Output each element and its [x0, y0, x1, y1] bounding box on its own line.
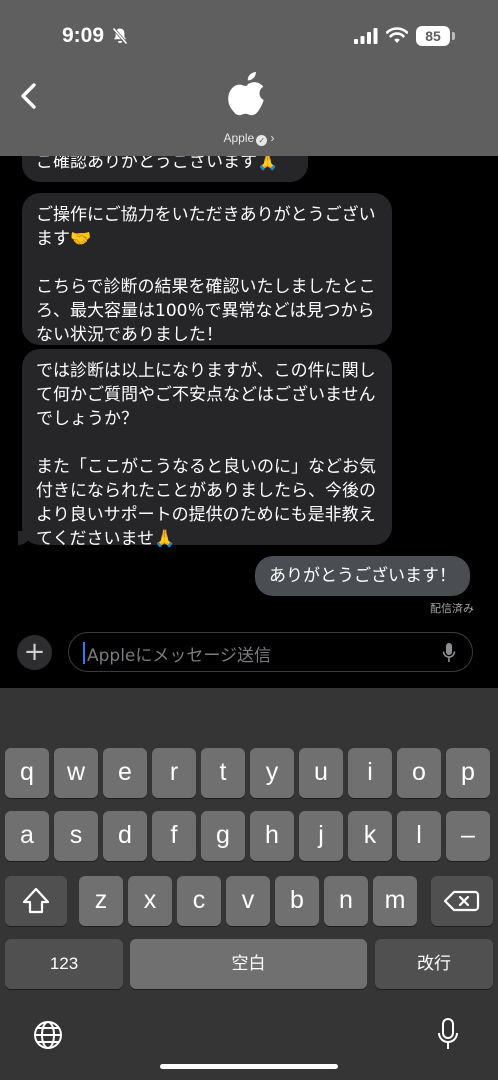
key-w[interactable]: w — [54, 748, 98, 798]
key-s[interactable]: s — [54, 811, 98, 861]
contact-name-button[interactable]: Apple ✓ › — [0, 131, 498, 146]
delete-key[interactable] — [431, 876, 493, 926]
battery-level: 85 — [416, 26, 450, 46]
plus-icon[interactable]: + — [17, 635, 52, 670]
key-c[interactable]: c — [177, 876, 221, 926]
home-indicator[interactable] — [160, 1064, 338, 1069]
message-bubble-sent: ありがとうございます！ — [255, 556, 470, 596]
globe-icon[interactable] — [33, 1020, 63, 1050]
key-l[interactable]: l — [397, 811, 441, 861]
back-chevron-icon[interactable] — [14, 80, 44, 112]
key-i[interactable]: i — [348, 748, 392, 798]
key-z[interactable]: z — [79, 876, 123, 926]
dictation-icon[interactable] — [437, 1018, 459, 1052]
delete-icon — [443, 890, 480, 912]
key-j[interactable]: j — [299, 811, 343, 861]
shift-icon — [22, 887, 50, 914]
key-o[interactable]: o — [397, 748, 441, 798]
shift-key[interactable] — [5, 876, 67, 926]
key-dash[interactable]: – — [446, 811, 490, 861]
microphone-icon[interactable] — [441, 642, 457, 664]
key-v[interactable]: v — [226, 876, 270, 926]
key-x[interactable]: x — [128, 876, 172, 926]
key-b[interactable]: b — [275, 876, 319, 926]
key-e[interactable]: e — [103, 748, 147, 798]
status-time: 9:09 — [62, 24, 105, 47]
message-bubble-received: ご操作にご協力をいただきありがとうございます🤝 こちらで診断の結果を確認いたしま… — [22, 193, 392, 345]
key-k[interactable]: k — [348, 811, 392, 861]
key-m[interactable]: m — [373, 876, 417, 926]
contact-name: Apple — [223, 131, 255, 145]
key-r[interactable]: r — [152, 748, 196, 798]
delivery-status: 配信済み — [430, 602, 474, 615]
key-d[interactable]: d — [103, 811, 147, 861]
message-input-placeholder: Appleにメッセージ送信 — [87, 646, 272, 666]
message-bubble-received: では診断は以上になりますが、この件に関して何かご質問やご不安点などはございません… — [22, 349, 392, 549]
space-key[interactable]: 空白 — [130, 939, 367, 989]
key-f[interactable]: f — [152, 811, 196, 861]
wifi-icon — [386, 27, 408, 43]
text-caret — [83, 642, 85, 664]
key-u[interactable]: u — [299, 748, 343, 798]
bubble-tail — [18, 531, 32, 545]
bell-slash-icon — [112, 27, 128, 45]
message-list[interactable]: ご確認ありがとうございます🙏 ご操作にご協力をいただきありがとうございます🤝 こ… — [0, 156, 498, 686]
message-input[interactable]: Appleにメッセージ送信 — [68, 632, 473, 672]
key-g[interactable]: g — [201, 811, 245, 861]
key-a[interactable]: a — [5, 811, 49, 861]
keyboard: q w e r t y u i o p a s d f g h j k l – … — [0, 688, 498, 1080]
battery-tip — [452, 32, 455, 40]
key-h[interactable]: h — [250, 811, 294, 861]
return-key[interactable]: 改行 — [375, 939, 493, 989]
key-p[interactable]: p — [446, 748, 490, 798]
chevron-right-icon: › — [267, 131, 275, 145]
verified-badge-icon: ✓ — [256, 135, 268, 146]
status-bar: 9:09 85 — [0, 0, 498, 70]
numbers-key[interactable]: 123 — [5, 939, 123, 989]
conversation-header: 9:09 85 Apple ✓ › — [0, 0, 498, 156]
signal-icon — [354, 28, 378, 44]
message-bubble-received: ご確認ありがとうございます🙏 — [22, 156, 308, 182]
key-n[interactable]: n — [324, 876, 368, 926]
key-q[interactable]: q — [5, 748, 49, 798]
key-t[interactable]: t — [201, 748, 245, 798]
key-y[interactable]: y — [250, 748, 294, 798]
composer: + Appleにメッセージ送信 — [0, 630, 498, 676]
apple-logo-icon[interactable] — [226, 70, 270, 124]
